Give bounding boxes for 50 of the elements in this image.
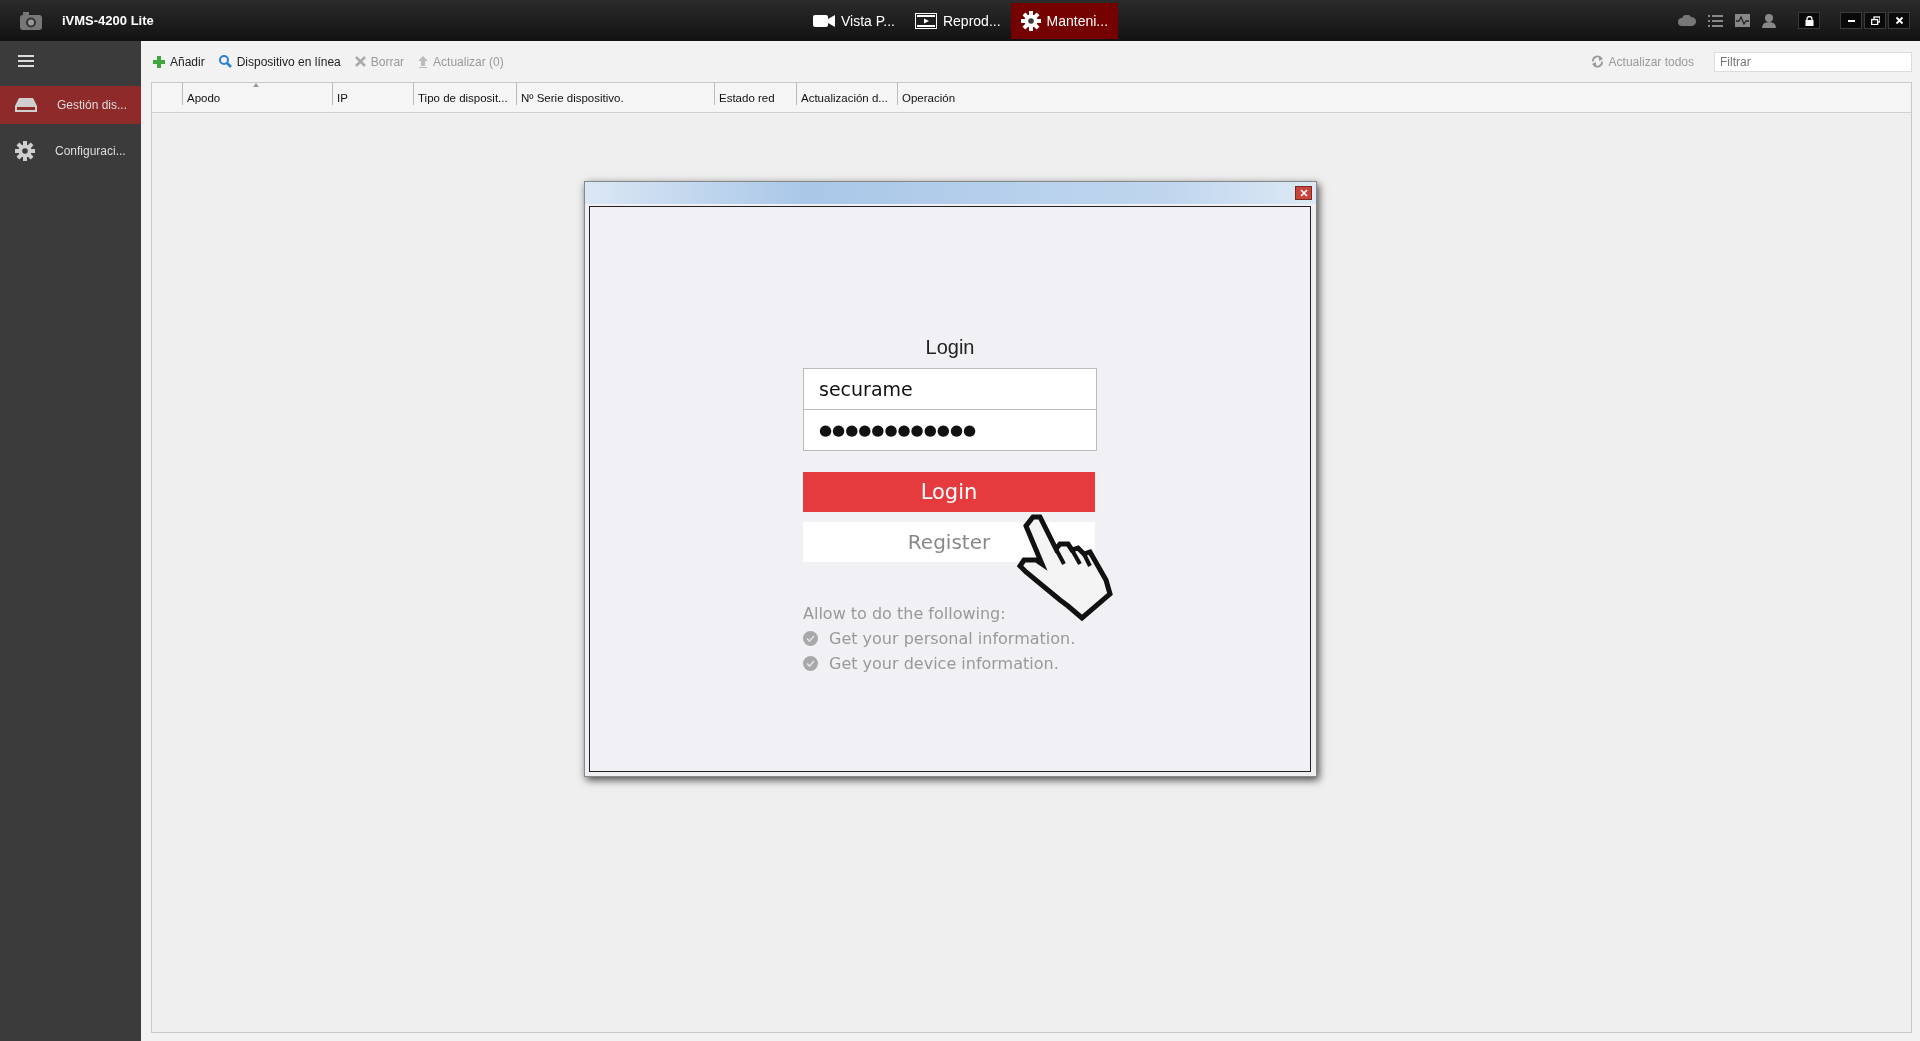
close-button[interactable]: [1888, 12, 1910, 29]
column-header[interactable]: Nº Serie dispositivo.: [516, 81, 714, 105]
lock-icon: [1804, 15, 1814, 26]
password-field[interactable]: ●●●●●●●●●●●●: [803, 409, 1097, 451]
restore-button[interactable]: [1864, 12, 1886, 29]
pulse-monitor-icon: [1735, 14, 1750, 27]
login-button[interactable]: Login: [803, 472, 1095, 512]
permission-text: Get your personal information.: [829, 629, 1076, 648]
film-icon: [914, 13, 937, 29]
module-tab[interactable]: Manteni...: [1010, 3, 1119, 39]
login-heading: Login: [924, 336, 976, 359]
permission-text: Get your device information.: [829, 654, 1059, 673]
module-tab[interactable]: Reprod...: [904, 3, 1011, 39]
lock-button[interactable]: [1798, 12, 1820, 29]
video-camera-icon: [813, 14, 835, 28]
column-header[interactable]: IP: [332, 81, 413, 105]
gear-icon: [1020, 11, 1041, 31]
minimize-button[interactable]: [1840, 12, 1862, 29]
user-icon: [1762, 13, 1776, 28]
column-header[interactable]: Estado red: [714, 81, 796, 105]
menu-icon: [18, 55, 34, 67]
filter-field[interactable]: Filtrar: [1714, 51, 1912, 72]
module-tab[interactable]: Vista P...: [803, 3, 905, 39]
hard-drive-icon: [15, 98, 37, 112]
column-header[interactable]: Operación: [897, 81, 972, 105]
window-title: iVMS-4200 Lite: [62, 13, 154, 28]
close-icon: [1894, 16, 1904, 25]
cross-icon: [354, 56, 366, 67]
close-icon: [1299, 189, 1308, 197]
column-header[interactable]: Tipo de disposit...: [413, 81, 516, 105]
sidebar-item[interactable]: Configuraci...: [0, 132, 141, 170]
gear-icon: [15, 141, 35, 161]
toolbar-button[interactable]: Dispositivo en línea: [216, 54, 343, 69]
username-field[interactable]: securame: [803, 368, 1097, 410]
cloud-icon: [1678, 15, 1696, 26]
column-header[interactable]: Apodo: [182, 81, 332, 105]
search-icon: [218, 55, 232, 68]
column-header[interactable]: Actualización d...: [796, 81, 897, 105]
sort-caret-icon: [253, 82, 259, 87]
close-button[interactable]: [1295, 186, 1312, 200]
restore-icon: [1870, 16, 1880, 25]
upload-arrow-icon: [418, 55, 429, 68]
permissions-intro: Allow to do the following:: [803, 604, 1007, 623]
minimize-icon: [1847, 19, 1855, 22]
sidebar-item[interactable]: Gestión dis...: [0, 86, 141, 124]
plus-icon: [153, 55, 165, 68]
list-icon: [1708, 14, 1723, 27]
refresh-icon: [1590, 55, 1604, 68]
camera-logo-icon: [20, 11, 42, 30]
toolbar-button[interactable]: Añadir: [151, 54, 207, 69]
